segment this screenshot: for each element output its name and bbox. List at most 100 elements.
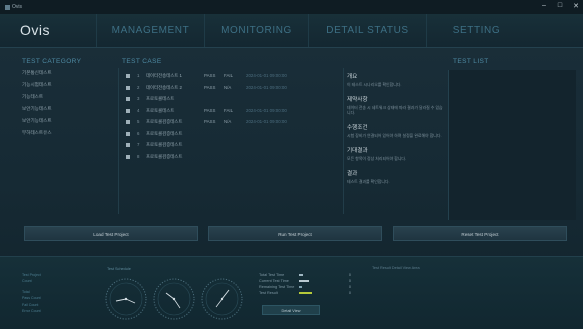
close-icon[interactable]: ✕ xyxy=(573,2,579,10)
description-section: 기대결과 모든 항목이 정상 처리되어야 합니다. xyxy=(347,146,443,161)
row-timestamp: 2024-01-01 09:00:00 xyxy=(246,84,287,90)
row-result-2: N/A xyxy=(224,119,232,124)
row-name: 프로토콜검증테스트 xyxy=(146,153,183,159)
window-controls: – □ ✕ xyxy=(541,2,579,10)
stat-list: Test Project Count Total Pass Count Fail… xyxy=(22,273,82,315)
divider xyxy=(118,68,119,214)
test-description-panel: 개요 이 테스트 시나리오를 확인합니다. 제약사항 데이터 전송 시 네트워크… xyxy=(347,72,443,192)
row-name: 프로토콜검증테스트 xyxy=(146,119,183,124)
stat-label: Error Count xyxy=(22,308,41,313)
legend-value: 0 xyxy=(348,285,351,289)
category-list: 기본통신테스트 기능시험테스트 기능테스트 보안기능테스트 보안기능테스트 부하… xyxy=(22,70,102,142)
test-case-table: 1 데이터전송테스트 1 PASS FAIL 2024-01-01 09:00:… xyxy=(126,73,341,165)
row-name: 프로토콜검증테스트 xyxy=(146,130,183,136)
legend-value: 0 xyxy=(348,279,351,283)
row-result-1: PASS xyxy=(204,84,216,90)
legend-bar xyxy=(299,273,304,277)
section-body: 데이터 전송 시 네트워크 상태에 따라 결과가 달라질 수 있습니다. xyxy=(347,105,443,115)
legend-label: Current Test Time xyxy=(259,279,289,283)
legend-label: Total Test Time xyxy=(259,273,285,277)
test-category-heading: TEST CATEGORY xyxy=(22,58,82,65)
category-item[interactable]: 부하테스트유스 xyxy=(22,130,102,142)
section-body: 테스트 결과를 확인합니다. xyxy=(347,179,390,184)
section-title: 기대결과 xyxy=(347,148,368,154)
brand-logo: Ovis xyxy=(20,22,50,38)
section-title: 수행조건 xyxy=(347,125,368,131)
gauges-label: Test Schedule xyxy=(107,267,131,271)
section-body: 이 테스트 시나리오를 확인합니다. xyxy=(347,82,402,87)
table-row[interactable]: 5 프로토콜검증테스트 PASS N/A 2024-01-01 09:00:00 xyxy=(126,119,341,131)
row-name: 데이터전송테스트 1 xyxy=(146,73,182,78)
app-window: Ovis – □ ✕ Ovis MANAGEMENT MONITORING DE… xyxy=(0,0,583,329)
result-area-label: Test Result Detail View Area xyxy=(372,266,420,270)
row-name: 프로토콜테스트 xyxy=(146,107,175,113)
test-list-panel[interactable] xyxy=(448,70,576,220)
nav-monitoring[interactable]: MONITORING xyxy=(204,14,308,47)
description-section: 제약사항 데이터 전송 시 네트워크 상태에 따라 결과가 달라질 수 있습니다… xyxy=(347,95,443,115)
title-bar: Ovis – □ ✕ xyxy=(0,0,583,14)
table-row[interactable]: 2 데이터전송테스트 2 PASS N/A 2024-01-01 09:00:0… xyxy=(126,85,341,97)
table-row[interactable]: 8 프로토콜검증테스트 xyxy=(126,154,341,166)
legend-value: 0 xyxy=(348,291,351,295)
status-panel: Test Project Count Total Pass Count Fail… xyxy=(0,256,583,329)
section-body: 모든 항목이 정상 처리되어야 합니다. xyxy=(347,156,407,161)
category-item[interactable]: 기능테스트 xyxy=(22,94,102,106)
row-checkbox[interactable] xyxy=(126,74,130,78)
description-section: 수행조건 시험 장비가 연결되어 있어야 하며 설정을 완료해야 합니다. xyxy=(347,123,443,138)
table-row[interactable]: 3 프로토콜테스트 xyxy=(126,96,341,108)
row-index: 7 xyxy=(137,142,140,147)
row-result-2: FAIL xyxy=(224,107,234,113)
detail-view-button[interactable]: Detail View xyxy=(262,305,320,315)
section-title: 개요 xyxy=(347,74,358,80)
description-section: 결과 테스트 결과를 확인합니다. xyxy=(347,169,443,184)
row-index: 5 xyxy=(137,119,140,124)
top-nav: Ovis MANAGEMENT MONITORING DETAIL STATUS… xyxy=(0,14,583,48)
minimize-icon[interactable]: – xyxy=(541,2,547,10)
category-item[interactable]: 보안기능테스트 xyxy=(22,118,102,130)
nav-management[interactable]: MANAGEMENT xyxy=(96,14,204,47)
maximize-icon[interactable]: □ xyxy=(557,2,563,10)
legend-row: Test Result 0 xyxy=(259,290,351,296)
test-case-heading: TEST CASE xyxy=(122,58,162,65)
clock-gauges xyxy=(105,278,243,320)
table-row[interactable]: 4 프로토콜테스트 PASS FAIL 2024-01-01 09:00:00 xyxy=(126,108,341,120)
category-item[interactable]: 기본통신테스트 xyxy=(22,70,102,82)
category-item[interactable]: 기능시험테스트 xyxy=(22,82,102,94)
gauge-icon xyxy=(153,278,195,320)
time-legend: Total Test Time 0 Current Test Time 0 Re… xyxy=(259,272,351,296)
category-item[interactable]: 보안기능테스트 xyxy=(22,106,102,118)
row-index: 8 xyxy=(137,153,140,159)
reset-project-button[interactable]: Reset Test Project xyxy=(393,226,567,241)
row-timestamp: 2024-01-01 09:00:00 xyxy=(246,119,287,124)
test-list-heading: TEST LIST xyxy=(453,58,489,65)
row-result-1: PASS xyxy=(204,107,216,113)
row-index: 2 xyxy=(137,84,140,90)
row-checkbox[interactable] xyxy=(126,131,130,136)
table-row[interactable]: 6 프로토콜검증테스트 xyxy=(126,131,341,143)
row-checkbox[interactable] xyxy=(126,154,130,159)
row-index: 1 xyxy=(137,73,140,78)
nav-setting[interactable]: SETTING xyxy=(426,14,526,47)
section-title: 결과 xyxy=(347,171,358,177)
row-checkbox[interactable] xyxy=(126,85,130,90)
run-project-button[interactable]: Run Test Project xyxy=(208,226,382,241)
table-row[interactable]: 7 프로토콜검증테스트 xyxy=(126,142,341,154)
row-checkbox[interactable] xyxy=(126,97,130,101)
row-result-2: FAIL xyxy=(224,73,234,78)
description-section: 개요 이 테스트 시나리오를 확인합니다. xyxy=(347,72,443,87)
stat-label: Count xyxy=(22,279,32,284)
legend-label: Remaining Test Time xyxy=(259,285,295,289)
nav-detail-status[interactable]: DETAIL STATUS xyxy=(308,14,426,47)
table-row[interactable]: 1 데이터전송테스트 1 PASS FAIL 2024-01-01 09:00:… xyxy=(126,73,341,85)
legend-label: Test Result xyxy=(259,291,278,295)
row-checkbox[interactable] xyxy=(126,108,130,113)
legend-bar xyxy=(299,285,302,289)
row-result-1: PASS xyxy=(204,119,216,124)
load-project-button[interactable]: Load Test Project xyxy=(24,226,198,241)
row-index: 4 xyxy=(137,107,140,113)
window-title: Ovis xyxy=(12,4,22,10)
row-result-2: N/A xyxy=(224,84,232,90)
row-checkbox[interactable] xyxy=(126,143,130,147)
row-index: 6 xyxy=(137,130,140,136)
row-checkbox[interactable] xyxy=(126,120,130,124)
